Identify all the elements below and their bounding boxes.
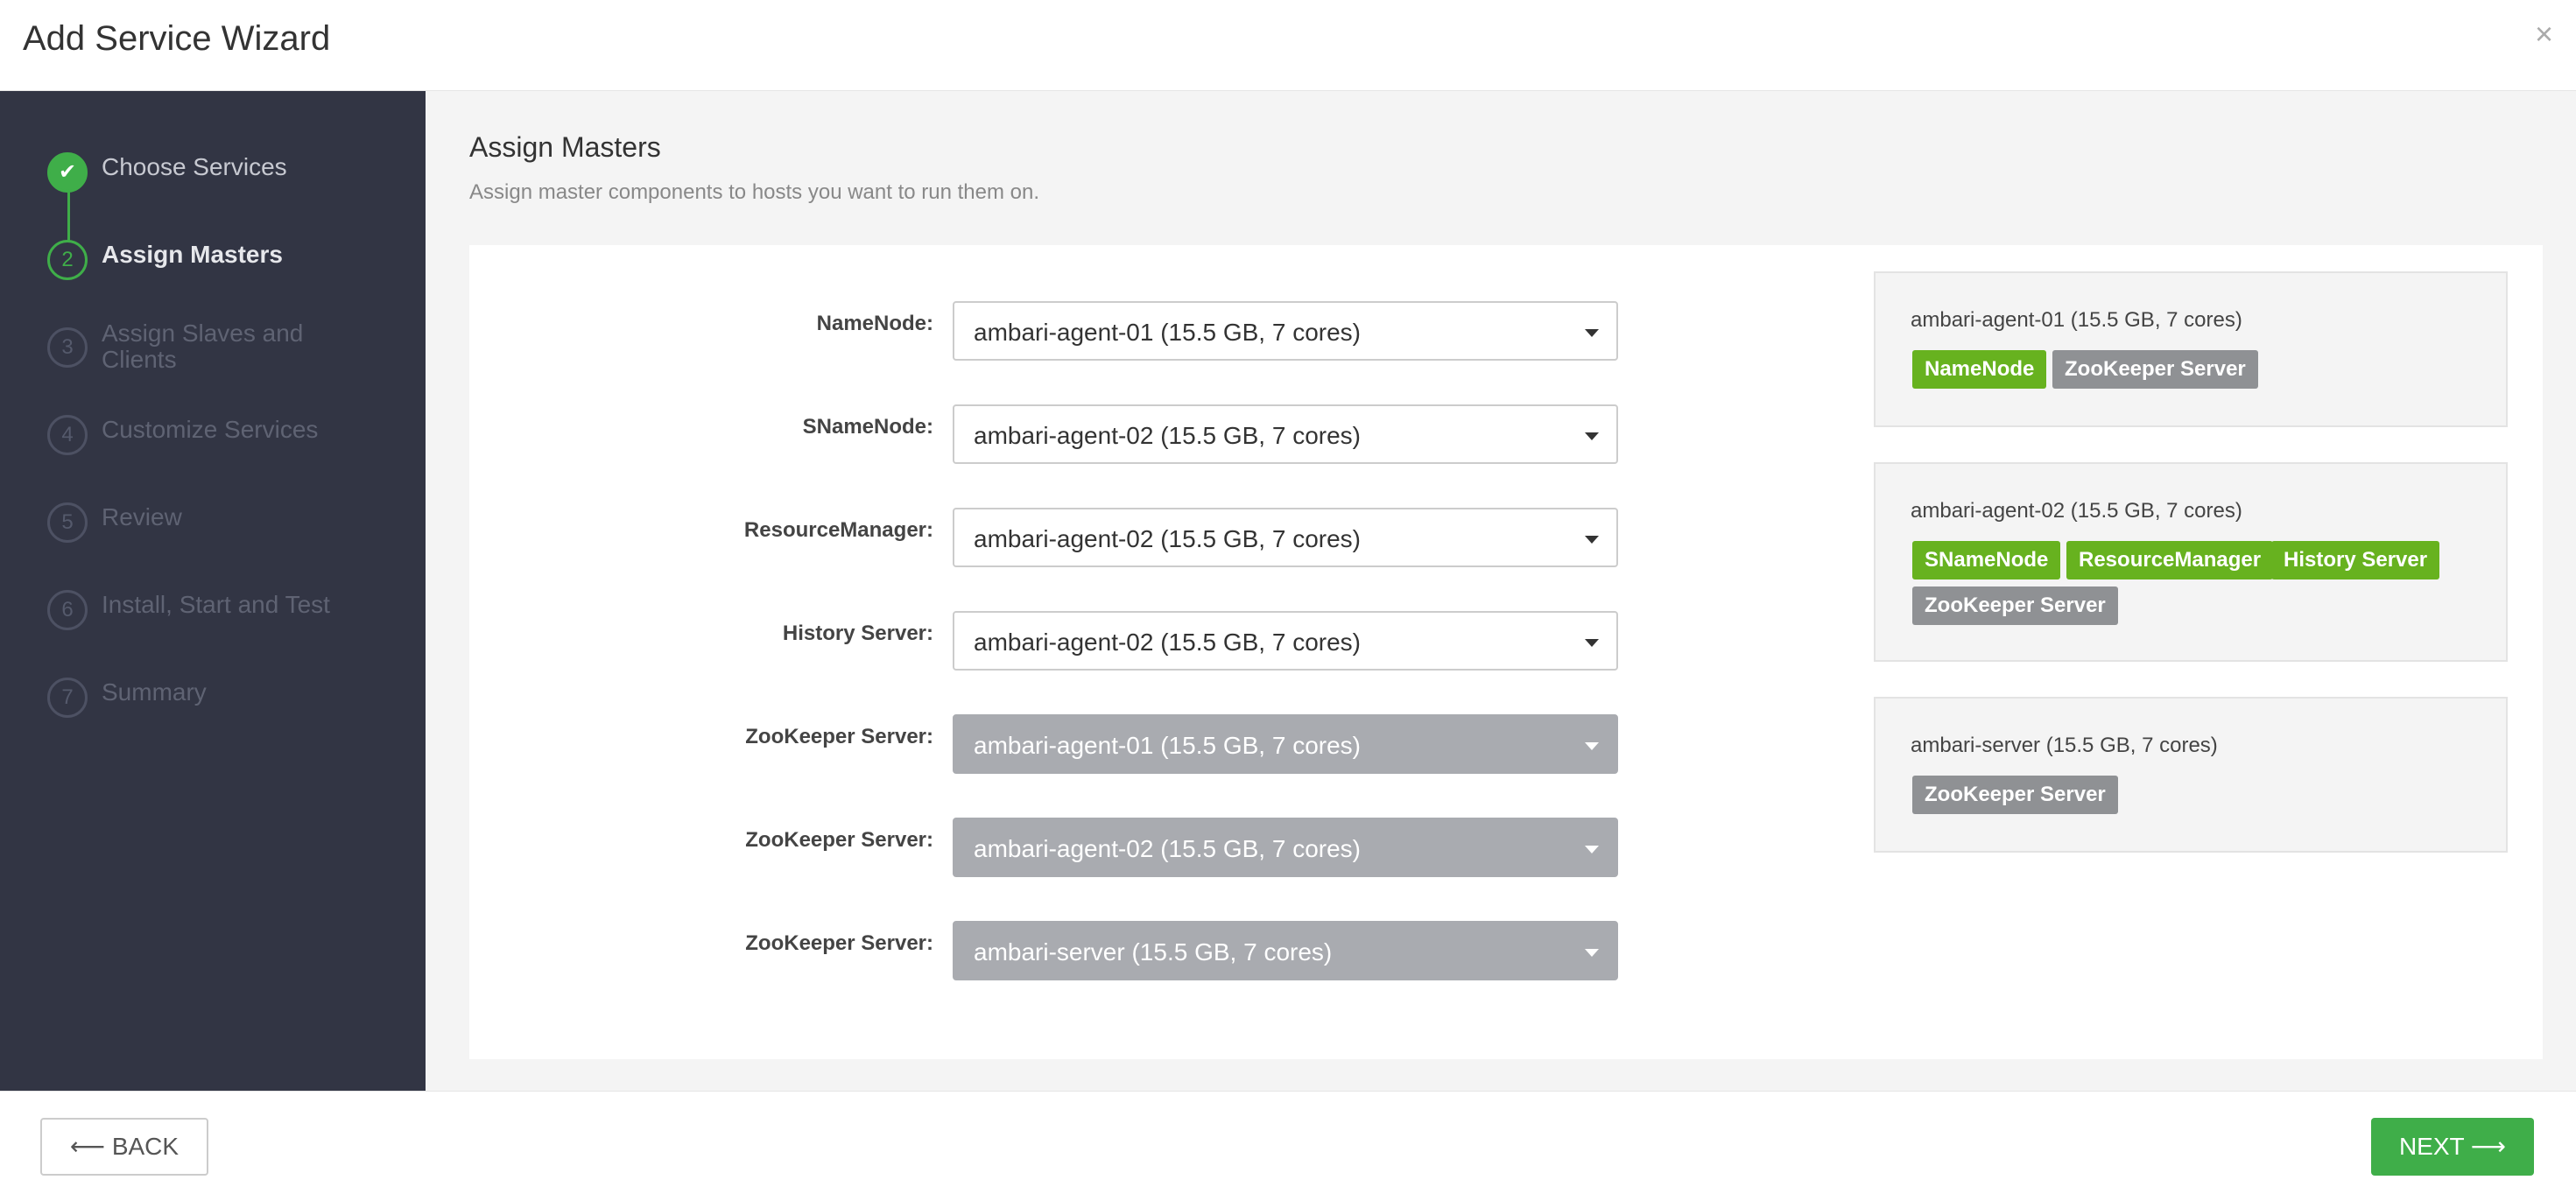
- component-tag: ResourceManager: [2066, 541, 2274, 579]
- select-value: ambari-agent-02 (15.5 GB, 7 cores): [974, 422, 1361, 449]
- caret-down-icon: [1585, 846, 1599, 853]
- wizard-title: Add Service Wizard: [23, 19, 331, 58]
- caret-down-icon: [1585, 329, 1599, 337]
- step-label: Customize Services: [102, 416, 319, 443]
- step-label: Install, Start and Test: [102, 591, 330, 618]
- page-subtitle: Assign master components to hosts you wa…: [469, 180, 1039, 204]
- host-name: ambari-agent-02 (15.5 GB, 7 cores): [1911, 499, 2242, 523]
- zookeeper-server-2-host-select: ambari-agent-02 (15.5 GB, 7 cores): [953, 818, 1618, 877]
- step-customize-services: 4 Customize Services: [47, 413, 415, 457]
- close-icon[interactable]: ×: [2535, 16, 2553, 53]
- component-tag: History Server: [2271, 541, 2440, 579]
- step-number: 2: [47, 240, 88, 280]
- step-label: Review: [102, 503, 182, 530]
- step-label: Assign Slaves and Clients: [102, 320, 304, 373]
- step-number: 4: [47, 415, 88, 455]
- component-tag: ZooKeeper Server: [1912, 586, 2118, 625]
- step-assign-masters[interactable]: 2 Assign Masters: [47, 238, 415, 282]
- step-number: 5: [47, 502, 88, 543]
- step-connector: [67, 189, 70, 242]
- zookeeper-server-label: ZooKeeper Server:: [745, 725, 933, 748]
- snamenode-label: SNameNode:: [802, 415, 933, 439]
- resourcemanager-host-select[interactable]: ambari-agent-02 (15.5 GB, 7 cores): [953, 508, 1618, 567]
- caret-down-icon: [1585, 536, 1599, 544]
- wizard-steps-sidebar: ✔ Choose Services 2 Assign Masters 3 Ass…: [0, 91, 426, 1091]
- step-summary: 7 Summary: [47, 676, 415, 720]
- select-value: ambari-agent-02 (15.5 GB, 7 cores): [974, 525, 1361, 552]
- step-choose-services[interactable]: ✔ Choose Services: [47, 151, 415, 194]
- step-label: Choose Services: [102, 153, 287, 180]
- component-tag: SNameNode: [1912, 541, 2061, 579]
- component-tag: ZooKeeper Server: [2052, 350, 2258, 389]
- back-button[interactable]: ⟵ BACK: [40, 1118, 208, 1176]
- history-server-host-select[interactable]: ambari-agent-02 (15.5 GB, 7 cores): [953, 611, 1618, 671]
- component-tag: ZooKeeper Server: [1912, 776, 2118, 814]
- namenode-label: NameNode:: [816, 312, 933, 335]
- resourcemanager-label: ResourceManager:: [743, 518, 933, 542]
- caret-down-icon: [1585, 639, 1599, 647]
- next-button[interactable]: NEXT ⟶: [2371, 1118, 2534, 1176]
- zookeeper-server-label: ZooKeeper Server:: [745, 931, 933, 955]
- host-name: ambari-agent-01 (15.5 GB, 7 cores): [1911, 308, 2242, 332]
- page-title: Assign Masters: [469, 131, 661, 163]
- caret-down-icon: [1585, 742, 1599, 750]
- namenode-host-select[interactable]: ambari-agent-01 (15.5 GB, 7 cores): [953, 301, 1618, 361]
- zookeeper-server-label: ZooKeeper Server:: [745, 828, 933, 852]
- main-content: Assign Masters Assign master components …: [426, 91, 2576, 1091]
- zookeeper-server-1-host-select: ambari-agent-01 (15.5 GB, 7 cores): [953, 714, 1618, 774]
- select-value: ambari-server (15.5 GB, 7 cores): [974, 938, 1333, 966]
- component-tag: NameNode: [1912, 350, 2047, 389]
- step-label: Summary: [102, 678, 207, 706]
- check-icon: ✔: [47, 152, 88, 193]
- caret-down-icon: [1585, 949, 1599, 957]
- step-number: 7: [47, 678, 88, 718]
- host-summary-ambari-server: ambari-server (15.5 GB, 7 cores) ZooKeep…: [1874, 697, 2508, 853]
- host-summary-ambari-agent-02: ambari-agent-02 (15.5 GB, 7 cores) SName…: [1874, 462, 2508, 662]
- zookeeper-server-3-host-select: ambari-server (15.5 GB, 7 cores): [953, 921, 1618, 980]
- step-number: 6: [47, 590, 88, 630]
- caret-down-icon: [1585, 432, 1599, 440]
- select-value: ambari-agent-01 (15.5 GB, 7 cores): [974, 732, 1361, 759]
- step-assign-slaves: 3 Assign Slaves and Clients: [47, 320, 415, 373]
- history-server-label: History Server:: [782, 622, 933, 645]
- step-number: 3: [47, 327, 88, 368]
- wizard-footer: ⟵ BACK NEXT ⟶: [0, 1091, 2576, 1194]
- host-summary-ambari-agent-01: ambari-agent-01 (15.5 GB, 7 cores) NameN…: [1874, 271, 2508, 427]
- select-value: ambari-agent-01 (15.5 GB, 7 cores): [974, 319, 1361, 346]
- step-install-start-test: 6 Install, Start and Test: [47, 588, 415, 632]
- step-label: Assign Masters: [102, 241, 283, 268]
- step-review: 5 Review: [47, 501, 415, 544]
- select-value: ambari-agent-02 (15.5 GB, 7 cores): [974, 629, 1361, 656]
- snamenode-host-select[interactable]: ambari-agent-02 (15.5 GB, 7 cores): [953, 404, 1618, 464]
- host-name: ambari-server (15.5 GB, 7 cores): [1911, 734, 2218, 757]
- wizard-header: Add Service Wizard ×: [0, 0, 2576, 91]
- assign-masters-panel: NameNode: ambari-agent-01 (15.5 GB, 7 co…: [469, 245, 2543, 1059]
- select-value: ambari-agent-02 (15.5 GB, 7 cores): [974, 835, 1361, 862]
